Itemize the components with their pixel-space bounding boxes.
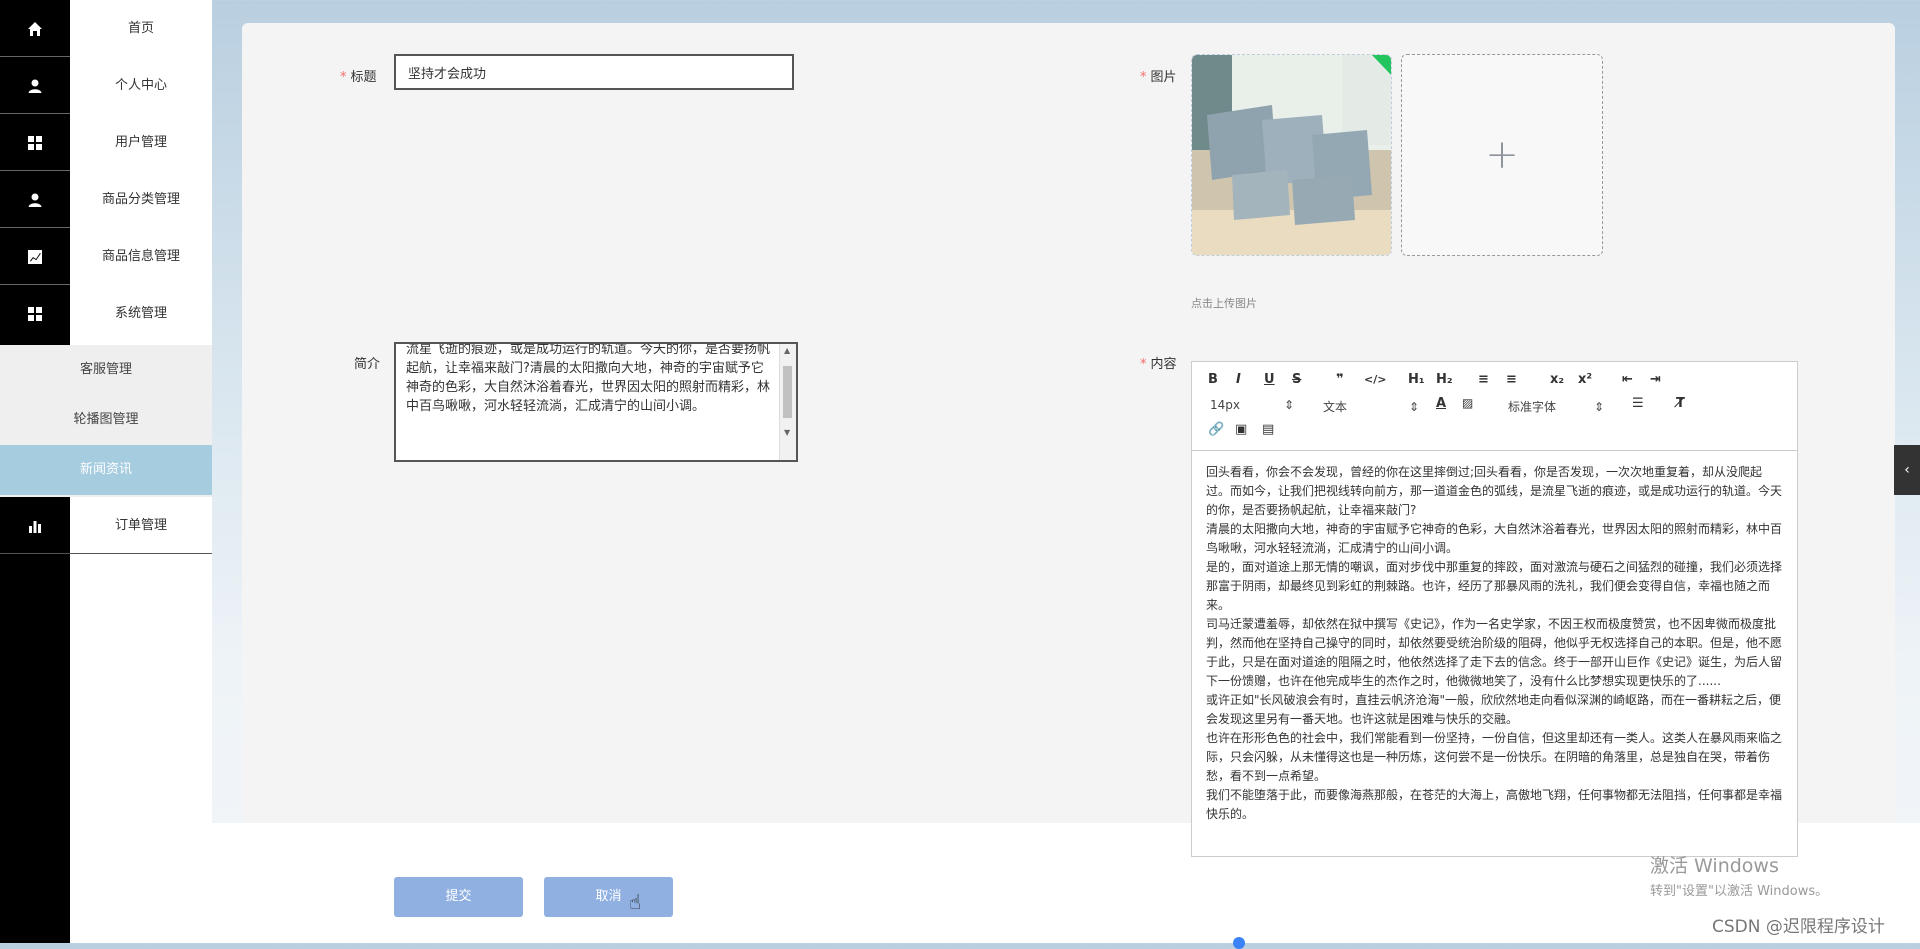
block-type-select[interactable]: 文本 ⇕ [1323, 398, 1419, 415]
strike-button[interactable]: S [1292, 372, 1301, 387]
scroll-up-icon[interactable]: ▲ [784, 346, 790, 355]
scroll-thumb[interactable] [783, 366, 792, 418]
activate-subtitle: 转到"设置"以激活 Windows。 [1650, 884, 1829, 899]
sidebar-item-users[interactable]: 用户管理 [0, 114, 212, 171]
grid-icon [0, 285, 70, 342]
chart-line-icon [0, 228, 70, 285]
system-submenu: 客服管理 轮播图管理 新闻资讯 [0, 345, 212, 497]
subscript-button[interactable]: x₂ [1550, 372, 1564, 387]
summary-text: 流星飞逝的痕迹，或是成功运行的轨道。今天的你，是否要扬帆起航，让幸福来敲门?清晨… [406, 342, 771, 414]
summary-scrollbar[interactable]: ▲ ▼ [779, 344, 796, 460]
submenu-item-customer-service[interactable]: 客服管理 [0, 345, 212, 395]
scroll-down-icon[interactable]: ▼ [784, 428, 790, 437]
scroll-indicator [1233, 937, 1245, 949]
sidebar-item-label: 个人中心 [114, 78, 167, 93]
title-label: * 标题 [340, 70, 377, 85]
font-family-select[interactable]: 标准字体 ⇕ [1508, 398, 1604, 415]
sidebar-item-label: 系统管理 [114, 306, 167, 321]
collapse-handle[interactable]: ‹ [1894, 445, 1920, 495]
content-paragraph: 也许在形形色色的社会中，我们常能看到一份坚持，一份自信，但这里却还有一类人。这类… [1206, 731, 1783, 783]
title-input[interactable] [394, 54, 794, 90]
user-icon [0, 57, 70, 114]
align-icon[interactable]: ☰ [1632, 396, 1644, 411]
clear-format-icon[interactable]: T̸ [1676, 396, 1685, 411]
content-label: * 内容 [1140, 357, 1177, 372]
sidebar-item-category[interactable]: 商品分类管理 [0, 171, 212, 228]
rich-text-editor[interactable]: B I U S ❞ </> H₁ H₂ ≡ ≡ x₂ x² ⇤ ⇥ 14px ⇕ … [1191, 361, 1798, 857]
sidebar-item-label: 用户管理 [114, 135, 167, 150]
sidebar-item-goods[interactable]: 商品信息管理 [0, 228, 212, 285]
chevron-updown-icon: ⇕ [1284, 398, 1295, 412]
indent-button[interactable]: ⇥ [1650, 372, 1661, 387]
chevron-left-icon: ‹ [1904, 462, 1910, 478]
content-paragraph: 清晨的太阳撒向大地，神奇的宇宙赋予它神奇的色彩，大自然沐浴着春光，世界因太阳的照… [1206, 522, 1783, 555]
image-label: * 图片 [1140, 70, 1177, 85]
bar-chart-icon [0, 497, 70, 554]
submit-button[interactable]: 提交 [394, 877, 523, 917]
background-color-icon[interactable]: ▨ [1462, 396, 1473, 410]
sidebar-item-label: 商品信息管理 [101, 249, 180, 264]
h1-button[interactable]: H₁ [1408, 372, 1425, 387]
sidebar-item-label: 订单管理 [114, 518, 167, 533]
cancel-button[interactable]: 取消 [544, 877, 673, 917]
content-paragraph: 或许正如"长风破浪会有时，直挂云帆济沧海"一般，欣欣然地走向看似深渊的崎岖路，而… [1206, 693, 1782, 726]
ordered-list-button[interactable]: ≡ [1478, 372, 1489, 387]
windows-activation-notice: 激活 Windows 转到"设置"以激活 Windows。 [1650, 851, 1828, 899]
font-size-select[interactable]: 14px ⇕ [1210, 398, 1294, 412]
content-paragraph: 是的，面对道途上那无情的嘲讽，面对步伐中那重复的摔跤，面对激流与硬石之间猛烈的碰… [1206, 560, 1783, 612]
content-paragraph: 司马迁蒙遭羞辱，却依然在狱中撰写《史记》，作为一名史学家，不因王权而极度赞赏，也… [1206, 617, 1783, 688]
sidebar-item-label: 商品分类管理 [101, 192, 180, 207]
bold-button[interactable]: B [1208, 372, 1218, 387]
blockquote-button[interactable]: ❞ [1336, 372, 1344, 387]
summary-textarea[interactable]: 流星飞逝的痕迹，或是成功运行的轨道。今天的你，是否要扬帆起航，让幸福来敲门?清晨… [394, 342, 798, 462]
chevron-updown-icon: ⇕ [1409, 400, 1420, 414]
summary-label: 简介 [354, 357, 381, 372]
watermark: CSDN @迟限程序设计 [1712, 917, 1885, 937]
sidebar-item-system[interactable]: 系统管理 [0, 285, 212, 342]
pillow-photo [1192, 55, 1391, 255]
sidebar-item-profile[interactable]: 个人中心 [0, 57, 212, 114]
submenu-item-news[interactable]: 新闻资讯 [0, 445, 212, 495]
grid-icon [0, 114, 70, 171]
code-button[interactable]: </> [1364, 373, 1386, 386]
upload-tip: 点击上传图片 [1191, 297, 1257, 310]
editor-toolbar: B I U S ❞ </> H₁ H₂ ≡ ≡ x₂ x² ⇤ ⇥ 14px ⇕ … [1192, 362, 1797, 451]
video-icon[interactable]: ▤ [1262, 422, 1274, 437]
image-icon[interactable]: ▣ [1235, 422, 1247, 437]
bullet-list-button[interactable]: ≡ [1506, 372, 1517, 387]
submenu-item-carousel[interactable]: 轮播图管理 [0, 395, 212, 445]
sidebar-item-home[interactable]: 首页 [0, 0, 212, 57]
underline-button[interactable]: U [1264, 372, 1275, 387]
outdent-button[interactable]: ⇤ [1622, 372, 1633, 387]
activate-title: 激活 Windows [1650, 855, 1779, 877]
plus-icon: + [1485, 132, 1519, 178]
editor-content[interactable]: 回头看看，你会不会发现，曾经的你在这里摔倒过;回头看看，你是否发现，一次次地重复… [1206, 463, 1784, 824]
h2-button[interactable]: H₂ [1436, 372, 1453, 387]
sidebar-item-orders[interactable]: 订单管理 [0, 497, 212, 554]
font-color-icon[interactable]: A [1436, 396, 1446, 411]
upload-add-button[interactable]: + [1401, 54, 1603, 256]
italic-button[interactable]: I [1236, 372, 1241, 387]
content-paragraph: 回头看看，你会不会发现，曾经的你在这里摔倒过;回头看看，你是否发现，一次次地重复… [1206, 465, 1783, 517]
superscript-button[interactable]: x² [1578, 372, 1592, 387]
content-paragraph: 我们不能堕落于此，而要像海燕那般，在苍茫的大海上，高傲地飞翔，任何事物都无法阻挡… [1206, 788, 1783, 821]
chevron-updown-icon: ⇕ [1594, 400, 1605, 414]
user-icon [0, 171, 70, 228]
home-icon [0, 0, 70, 57]
link-icon[interactable]: 🔗 [1208, 422, 1224, 437]
cursor-hand-icon: ☝ [629, 890, 642, 914]
sidebar-item-label: 首页 [127, 21, 154, 36]
divider [0, 553, 212, 554]
uploaded-image[interactable] [1191, 54, 1392, 256]
